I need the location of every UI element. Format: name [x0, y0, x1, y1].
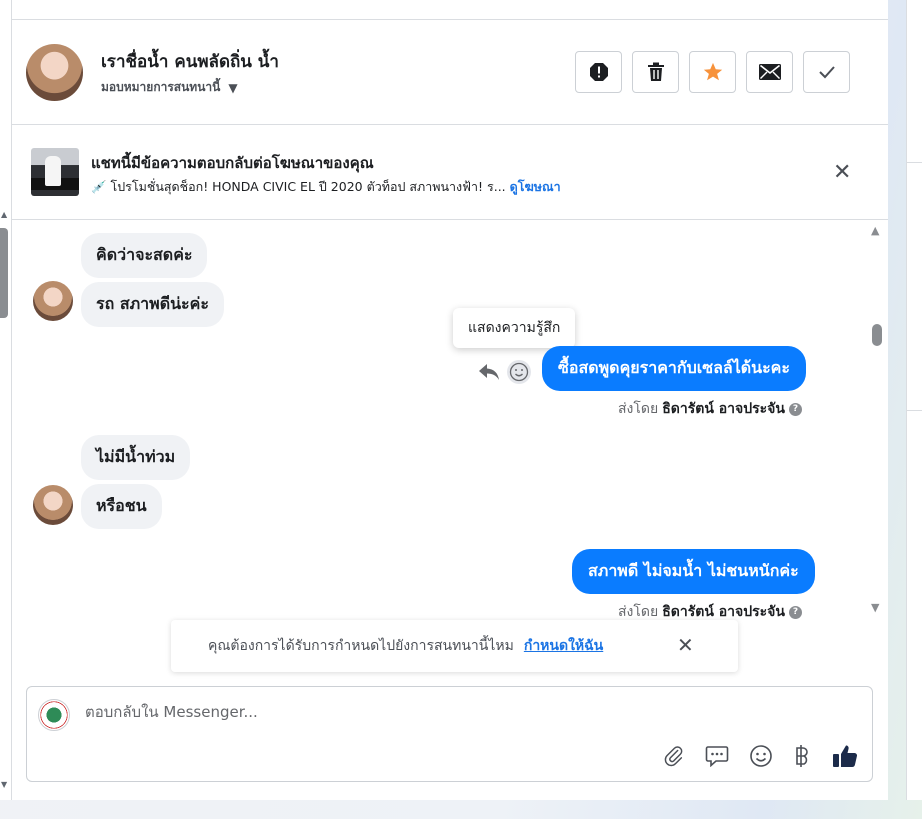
caret-down-icon: ▼: [228, 80, 238, 95]
ad-reply-banner: แชทนี้มีข้อความตอบกลับต่อโฆษณาของคุณ 💉 โ…: [12, 125, 888, 220]
close-icon[interactable]: ✕: [677, 633, 694, 657]
divider: [907, 162, 922, 163]
payment-button[interactable]: [789, 743, 815, 769]
thumbs-up-icon: [833, 745, 858, 768]
contact-avatar-small: [33, 281, 73, 321]
attach-button[interactable]: [661, 743, 687, 769]
outgoing-message[interactable]: สภาพดี ไม่จมน้ำ ไม่ชนหนักค่ะ: [572, 549, 815, 594]
scroll-up-icon[interactable]: ▲: [871, 224, 879, 237]
thread-scrollbar-thumb[interactable]: [872, 324, 882, 346]
page-logo-avatar: [38, 699, 70, 731]
ad-thumbnail[interactable]: [31, 148, 79, 196]
left-panel-edge: [0, 0, 12, 800]
assign-label: มอบหมายการสนทนานี้: [101, 80, 221, 94]
divider: [907, 410, 922, 411]
view-ad-link[interactable]: ดูโฆษณา: [510, 179, 561, 194]
message-actions: [478, 359, 532, 385]
ad-description: 💉 โปรโมชั่นสุดช็อก! HONDA CIVIC EL ปี 20…: [91, 179, 506, 194]
incoming-message[interactable]: ไม่มีน้ำท่วม: [81, 435, 191, 480]
sent-by-label: ส่งโดย ธิดารัตน์ อาจประจัน ?: [618, 398, 802, 420]
right-panel-edge: [906, 0, 922, 800]
mark-unread-button[interactable]: [746, 51, 793, 93]
outgoing-message[interactable]: ซื้อสดพูดคุยราคากับเซลล์ได้นะคะ: [542, 346, 806, 391]
contact-avatar-small: [33, 485, 73, 525]
conversation-header: เราชื่อน้ำ คนพลัดถิ่น น้ำ มอบหมายการสนทน…: [12, 20, 888, 125]
ad-banner-subtitle: 💉 โปรโมชั่นสุดช็อก! HONDA CIVIC EL ปี 20…: [91, 177, 561, 197]
trash-icon: [647, 62, 664, 81]
emoji-icon: [750, 745, 772, 767]
reply-composer: [26, 686, 873, 782]
sender-name[interactable]: ธิดารัตน์ อาจประจัน: [662, 601, 785, 620]
spam-icon: [589, 63, 608, 81]
delete-button[interactable]: [632, 51, 679, 93]
react-emoji-icon[interactable]: [506, 359, 532, 385]
assign-dropdown[interactable]: มอบหมายการสนทนานี้ ▼: [101, 78, 238, 97]
scroll-down-icon[interactable]: ▼: [871, 601, 879, 614]
assign-to-me-prompt: คุณต้องการได้รับการกำหนดไปยังการสนทนานี้…: [171, 620, 738, 672]
like-button[interactable]: [832, 743, 858, 769]
sent-by-label: ส่งโดย ธิดารัตน์ อาจประจัน ?: [618, 601, 802, 620]
reply-input[interactable]: [85, 703, 785, 721]
ad-banner-title: แชทนี้มีข้อความตอบกลับต่อโฆษณาของคุณ: [91, 154, 374, 172]
star-icon: [703, 62, 722, 81]
contact-name[interactable]: เราชื่อน้ำ คนพลัดถิ่น น้ำ: [101, 48, 279, 75]
assign-to-me-link[interactable]: กำหนดให้ฉัน: [524, 635, 603, 657]
help-icon[interactable]: ?: [788, 605, 802, 619]
message-thread: ▲ ▼ คิดว่าจะสดค่ะ รถ สภาพดีน่ะค่ะ แสดงคว…: [12, 220, 888, 620]
close-icon[interactable]: ✕: [833, 160, 851, 185]
incoming-message[interactable]: หรือชน: [81, 484, 162, 529]
star-button[interactable]: [689, 51, 736, 93]
sender-name[interactable]: ธิดารัตน์ อาจประจัน: [662, 398, 785, 420]
reaction-tooltip: แสดงความรู้สึก: [453, 308, 576, 348]
saved-replies-button[interactable]: [704, 743, 730, 769]
left-scroll-up-icon[interactable]: ▲: [1, 210, 7, 219]
mark-spam-button[interactable]: [575, 51, 622, 93]
incoming-message[interactable]: คิดว่าจะสดค่ะ: [81, 233, 208, 278]
conversation-panel: เราชื่อน้ำ คนพลัดถิ่น น้ำ มอบหมายการสนทน…: [12, 0, 888, 800]
help-icon[interactable]: ?: [788, 402, 802, 416]
contact-avatar[interactable]: [26, 44, 83, 101]
reply-icon[interactable]: [478, 362, 500, 382]
saved-replies-icon: [705, 746, 729, 767]
check-icon: [818, 66, 835, 79]
paperclip-icon: [664, 746, 683, 767]
top-divider: [12, 0, 888, 20]
assign-prompt-text: คุณต้องการได้รับการกำหนดไปยังการสนทนานี้…: [208, 638, 514, 654]
envelope-icon: [758, 64, 781, 80]
mark-done-button[interactable]: [803, 51, 850, 93]
baht-icon: [796, 745, 808, 767]
emoji-button[interactable]: [748, 743, 774, 769]
left-scroll-down-icon[interactable]: ▼: [1, 780, 7, 789]
left-scrollbar-thumb[interactable]: [0, 228, 8, 318]
incoming-message[interactable]: รถ สภาพดีน่ะค่ะ: [81, 282, 224, 327]
